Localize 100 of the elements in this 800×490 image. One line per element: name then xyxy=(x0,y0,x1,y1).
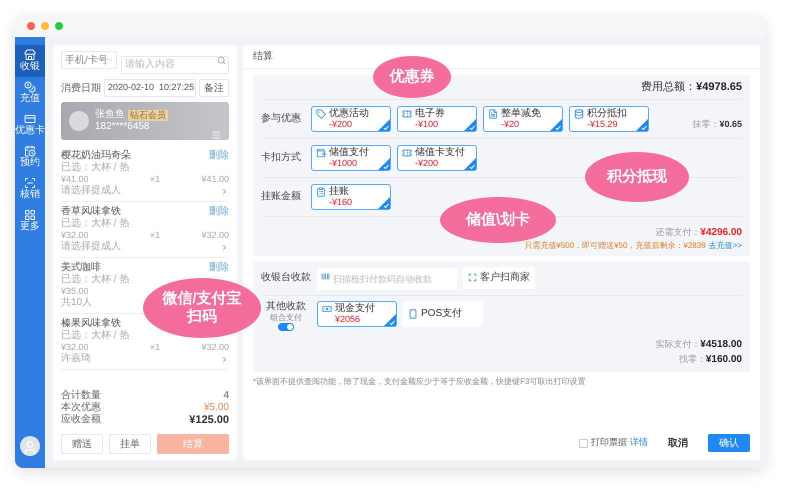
item-name: 榛果风味拿铁 xyxy=(61,318,121,330)
toggle-switch[interactable] xyxy=(278,322,294,330)
details-link[interactable]: 详情 xyxy=(630,436,648,450)
avatar xyxy=(69,111,89,131)
action-button[interactable]: 挂单 xyxy=(109,434,151,454)
card-icon xyxy=(24,113,36,125)
tile-label: 优惠活动 xyxy=(329,108,369,119)
tag-icon xyxy=(316,108,326,118)
item-subtotal: ¥32.00 xyxy=(200,342,229,353)
check-corner-icon xyxy=(550,118,562,130)
confirm-button[interactable]: 确认 xyxy=(708,434,750,452)
action-button[interactable]: 赠送 xyxy=(61,434,103,454)
check-corner-icon xyxy=(464,158,476,170)
total-label: 本次优惠 xyxy=(61,402,101,414)
due-amount: ¥4296.00 xyxy=(700,226,742,240)
sidebar-item[interactable]: 优惠卡 xyxy=(15,109,45,141)
menu-icon[interactable] xyxy=(211,130,221,140)
item-spec: 已选：大杯 / 热 xyxy=(61,218,130,230)
cancel-button[interactable]: 取消 xyxy=(662,436,694,450)
sidebar-label: 核销 xyxy=(20,189,40,201)
tile-amount: ¥2056 xyxy=(335,314,360,324)
coin-icon xyxy=(24,81,36,93)
payment-tile[interactable]: 整单减免 -¥20 xyxy=(483,106,563,132)
sidebar-item[interactable]: 预约 xyxy=(15,141,45,173)
search-type-dropdown[interactable]: 手机/卡号 xyxy=(61,51,117,69)
note-button[interactable]: 备注 xyxy=(199,79,229,97)
maximize-icon[interactable] xyxy=(55,22,63,30)
sidebar-label: 优惠卡 xyxy=(15,125,45,137)
rounding-label: 抹零： xyxy=(692,118,720,131)
tile-amount: -¥20 xyxy=(501,119,520,129)
wallet-icon xyxy=(316,148,326,158)
check-corner-icon xyxy=(384,314,396,326)
minimize-icon[interactable] xyxy=(41,22,49,30)
item-footer: 请选择提成人 xyxy=(61,241,121,253)
payment-tile[interactable]: 挂账 -¥160 xyxy=(311,184,391,210)
payment-tile[interactable]: 优惠活动 -¥200 xyxy=(311,106,391,132)
check-corner-icon xyxy=(636,118,648,130)
payment-tile[interactable]: 现金支付 ¥2056 xyxy=(317,300,397,326)
item-price: ¥32.00 xyxy=(61,342,90,352)
chevron-icon xyxy=(220,186,229,196)
close-icon[interactable] xyxy=(27,22,35,30)
sidebar-item[interactable]: 核销 xyxy=(15,173,45,205)
payment-tile[interactable]: 积分抵扣 -¥15.29 xyxy=(569,106,649,132)
search-icon xyxy=(217,56,226,65)
payment-tile[interactable]: POS支付 xyxy=(403,300,483,326)
avatar[interactable] xyxy=(20,436,40,456)
check-corner-icon xyxy=(378,158,390,170)
note-text: *该界面不提供查阅功能，除了现金，支付金额应少于等于应收金额，快捷键F3可取出打印设置 xyxy=(253,376,586,388)
tile-amount: -¥200 xyxy=(329,119,352,129)
payment-tile[interactable]: 电子券 -¥100 xyxy=(397,106,477,132)
barcode-icon xyxy=(321,272,330,280)
scan-icon xyxy=(24,177,36,189)
dropdown-value: 手机/卡号 xyxy=(65,54,108,68)
total-label: 费用总额： xyxy=(641,80,696,95)
item-footer: 请选择提成人 xyxy=(61,185,121,197)
member-name: 张鱼鱼 xyxy=(95,109,125,121)
item-quantity: ×1 xyxy=(150,342,160,353)
payment-tile[interactable]: 储值卡支付 -¥200 xyxy=(397,144,477,170)
tile-label: 现金支付 xyxy=(335,303,375,314)
item-spec: 已选：大杯 / 热 xyxy=(61,162,130,174)
sidebar-item[interactable]: 更多 xyxy=(15,205,45,237)
check-corner-icon xyxy=(378,196,390,208)
sidebar-item[interactable]: 收银 xyxy=(15,45,45,77)
total-value: ¥125.00 xyxy=(189,414,229,426)
calendar-icon xyxy=(24,145,36,157)
date-value: 2020-02-10 10:27:25 xyxy=(108,81,194,94)
total-label: 合计数量 xyxy=(61,390,101,402)
search-field[interactable]: 请输入内容 xyxy=(121,56,229,74)
item-spec: 已选：大杯 / 热 xyxy=(61,330,130,342)
grid-icon xyxy=(24,209,36,221)
row-label: 收银台收款 xyxy=(261,270,311,285)
date-label: 消费日期 xyxy=(61,82,101,96)
item-price: ¥41.00 xyxy=(61,174,90,184)
combo-label: 组合支付 xyxy=(270,312,302,322)
total-label: 应收金额 xyxy=(61,414,101,426)
member-phone: 182****6458 xyxy=(95,121,150,133)
paid-label: 实际支付： xyxy=(655,338,700,350)
item-name: 樱花奶油玛奇朵 xyxy=(61,150,131,162)
payment-tile[interactable]: 储值支付 -¥1000 xyxy=(311,144,391,170)
rounding-value: ¥0.65 xyxy=(719,118,742,131)
sidebar-label: 预约 xyxy=(20,157,40,169)
tile-amount: -¥100 xyxy=(415,119,438,129)
customer-scan-button[interactable]: 客户扫商家 xyxy=(463,266,535,288)
row-label: 参与优惠 xyxy=(261,112,302,126)
sidebar-item[interactable]: 充值 xyxy=(15,77,45,109)
row-label: 挂账金额 xyxy=(261,190,302,204)
banknote-icon xyxy=(322,304,332,314)
recharge-link[interactable]: 去充值>> xyxy=(708,240,742,252)
tile-amount: -¥200 xyxy=(415,158,438,168)
print-checkbox[interactable] xyxy=(579,438,588,448)
tile-label: 积分抵扣 xyxy=(587,108,627,119)
row-label: 其他收款 xyxy=(266,300,306,312)
total-value: 4 xyxy=(223,390,229,402)
item-subtotal: ¥32.00 xyxy=(200,230,229,241)
item-price: ¥35.00 xyxy=(61,286,90,296)
scan-field[interactable]: 扫描枪扫付款码自动收款 xyxy=(317,268,457,290)
tile-amount: -¥15.29 xyxy=(587,119,618,129)
document-icon xyxy=(488,108,498,118)
date-field[interactable]: 2020-02-10 10:27:25 xyxy=(104,79,196,97)
item-spec: 已选：大杯 / 热 xyxy=(61,274,130,286)
